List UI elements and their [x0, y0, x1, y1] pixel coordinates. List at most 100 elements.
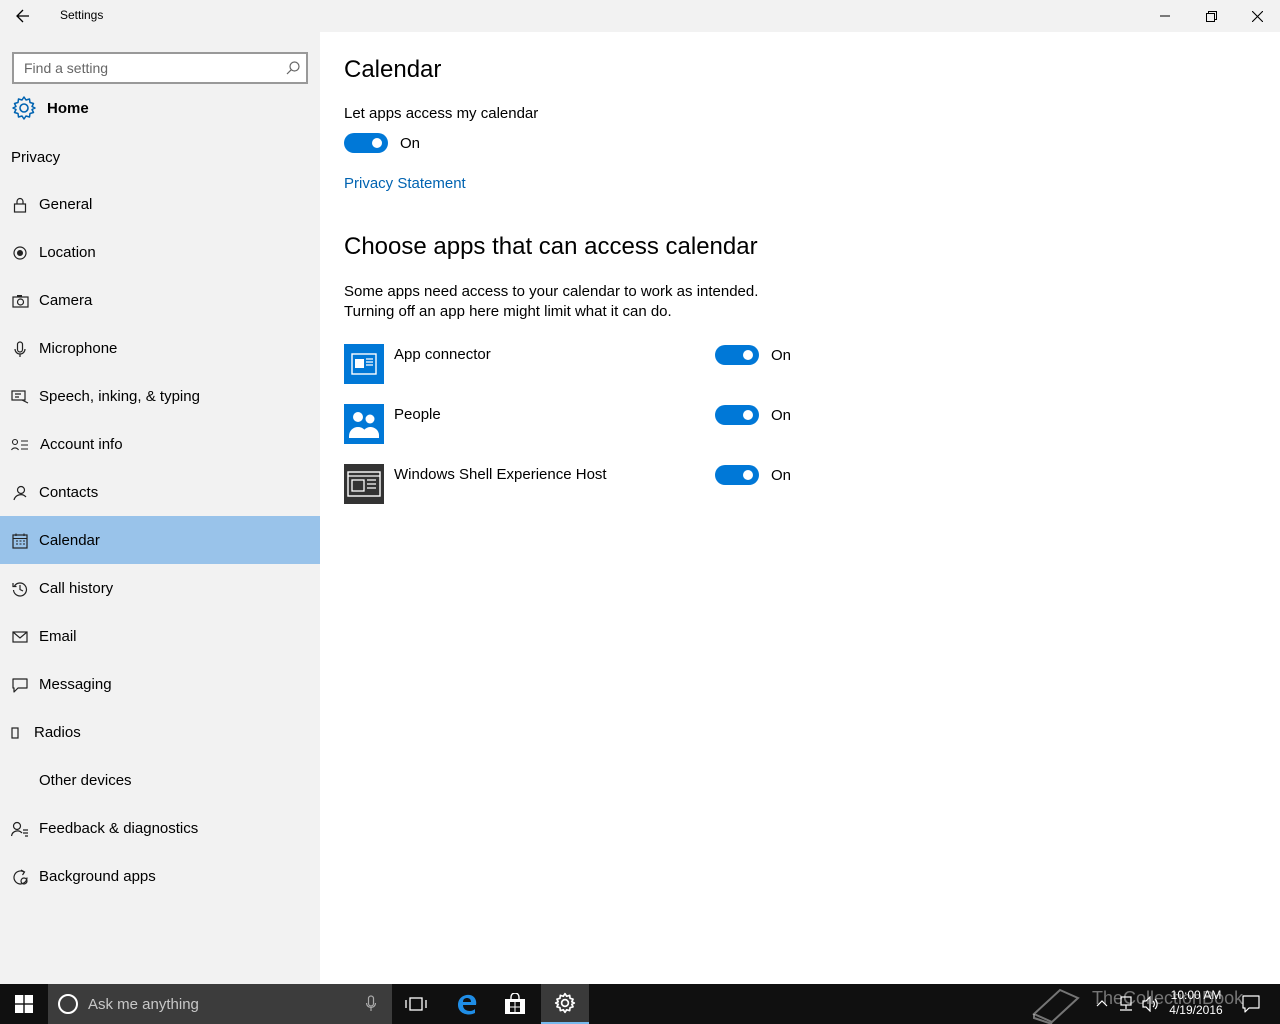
- sidebar-item-calendar[interactable]: Calendar: [0, 516, 320, 564]
- radios-icon: [6, 724, 24, 742]
- sidebar-item-label: Speech, inking, & typing: [39, 388, 200, 405]
- sidebar-item-label: Camera: [39, 292, 93, 309]
- email-icon: [11, 628, 29, 646]
- sidebar-item-label: Calendar: [39, 532, 100, 549]
- restore-button[interactable]: [1188, 0, 1234, 32]
- volume-icon[interactable]: [1142, 996, 1160, 1012]
- close-button[interactable]: [1234, 0, 1280, 32]
- sidebar-item-general[interactable]: General: [0, 180, 320, 228]
- minimize-button[interactable]: [1142, 0, 1188, 32]
- location-icon: [11, 244, 29, 262]
- action-center-icon[interactable]: [1242, 995, 1260, 1013]
- home-button[interactable]: Home: [0, 92, 320, 124]
- account-info-icon: [11, 436, 29, 454]
- app-connector-toggle[interactable]: [715, 345, 759, 365]
- sidebar-item-label: Microphone: [39, 340, 118, 357]
- sidebar-item-label: Location: [39, 244, 96, 261]
- start-button[interactable]: [0, 984, 48, 1024]
- toggle-knob: [372, 138, 382, 148]
- lock-icon: [11, 196, 29, 214]
- task-view-button[interactable]: [392, 984, 440, 1024]
- sidebar-item-call-history[interactable]: Call history: [0, 564, 320, 612]
- sidebar-item-label: Call history: [39, 580, 114, 597]
- privacy-statement-link[interactable]: Privacy Statement: [344, 175, 466, 192]
- people-toggle[interactable]: [715, 405, 759, 425]
- contacts-icon: [11, 484, 29, 502]
- feedback-icon: [11, 820, 29, 838]
- gear-icon: [554, 992, 576, 1014]
- sidebar-item-other-devices[interactable]: Other devices: [0, 756, 320, 804]
- description-line: Turning off an app here might limit what…: [344, 303, 672, 320]
- sidebar-item-account-info[interactable]: Account info: [0, 420, 320, 468]
- devices-icon: [11, 772, 29, 790]
- clock[interactable]: 10:00 AM 4/19/2016: [1160, 988, 1232, 1018]
- search-input[interactable]: Find a setting: [12, 52, 308, 84]
- task-view-icon: [405, 997, 427, 1011]
- section-title: Choose apps that can access calendar: [344, 233, 758, 260]
- cortana-search-box[interactable]: Ask me anything: [48, 984, 392, 1024]
- sidebar-item-label: Email: [39, 628, 77, 645]
- edge-button[interactable]: [443, 984, 491, 1024]
- sidebar-item-feedback[interactable]: Feedback & diagnostics: [0, 804, 320, 852]
- home-label: Home: [47, 100, 89, 117]
- minimize-icon: [1160, 15, 1170, 17]
- sidebar-item-contacts[interactable]: Contacts: [0, 468, 320, 516]
- title-bar: Settings: [0, 0, 1280, 32]
- messaging-icon: [11, 676, 29, 694]
- sidebar-item-speech[interactable]: Speech, inking, & typing: [0, 372, 320, 420]
- sidebar-item-messaging[interactable]: Messaging: [0, 660, 320, 708]
- calendar-access-toggle[interactable]: [344, 133, 388, 153]
- clock-date: 4/19/2016: [1169, 1003, 1223, 1017]
- sidebar-item-background-apps[interactable]: Background apps: [0, 852, 320, 900]
- network-icon[interactable]: [1118, 996, 1134, 1012]
- page-title: Calendar: [344, 56, 442, 83]
- group-heading-privacy: Privacy: [11, 149, 61, 166]
- sidebar-item-microphone[interactable]: Microphone: [0, 324, 320, 372]
- sidebar-item-label: General: [39, 196, 93, 213]
- store-icon: [505, 993, 525, 1014]
- calendar-access-state: On: [400, 135, 421, 152]
- sidebar-item-email[interactable]: Email: [0, 612, 320, 660]
- sidebar-item-camera[interactable]: Camera: [0, 276, 320, 324]
- sidebar-item-label: Account info: [40, 436, 123, 453]
- access-label: Let apps access my calendar: [344, 105, 539, 122]
- sidebar-item-label: Feedback & diagnostics: [39, 820, 199, 837]
- background-apps-icon: [11, 868, 29, 886]
- windows-shell-toggle[interactable]: [715, 465, 759, 485]
- sidebar-item-label: Other devices: [39, 772, 132, 789]
- search-icon[interactable]: [286, 61, 300, 75]
- sidebar-item-radios[interactable]: Radios: [0, 708, 320, 756]
- back-arrow-icon: [16, 9, 29, 23]
- window-title: Settings: [60, 8, 104, 22]
- sidebar: Find a setting Home Privacy General Loca…: [0, 32, 320, 984]
- windows-shell-state: On: [771, 467, 792, 484]
- camera-icon: [11, 292, 29, 310]
- cortana-icon: [58, 994, 78, 1014]
- app-name: People: [394, 406, 441, 423]
- privacy-nav-list: General Location Camera Microphone Speec…: [0, 180, 320, 900]
- section-description: Some apps need access to your calendar t…: [344, 282, 824, 322]
- edge-icon: [458, 994, 477, 1015]
- main-content: Calendar Let apps access my calendar On …: [320, 32, 1280, 984]
- people-icon: [344, 404, 384, 444]
- calendar-icon: [11, 532, 29, 550]
- toggle-knob: [743, 410, 753, 420]
- microphone-icon: [11, 340, 29, 358]
- people-state: On: [771, 407, 792, 424]
- speech-icon: [11, 388, 29, 406]
- chevron-up-icon[interactable]: [1096, 999, 1108, 1007]
- description-line: Some apps need access to your calendar t…: [344, 283, 759, 300]
- search-placeholder: Find a setting: [24, 60, 109, 76]
- taskbar: Ask me anything TheCollectionBook 10:00 …: [0, 984, 1280, 1024]
- toggle-knob: [743, 350, 753, 360]
- windows-shell-icon: [344, 464, 384, 504]
- sidebar-item-location[interactable]: Location: [0, 228, 320, 276]
- back-button[interactable]: [0, 0, 46, 32]
- cortana-placeholder: Ask me anything: [88, 996, 199, 1013]
- settings-taskbar-button[interactable]: [541, 984, 589, 1024]
- sidebar-item-label: Radios: [34, 724, 81, 741]
- restore-icon: [1205, 10, 1217, 22]
- sidebar-item-label: Contacts: [39, 484, 99, 501]
- microphone-icon[interactable]: [366, 995, 376, 1012]
- store-button[interactable]: [491, 984, 539, 1024]
